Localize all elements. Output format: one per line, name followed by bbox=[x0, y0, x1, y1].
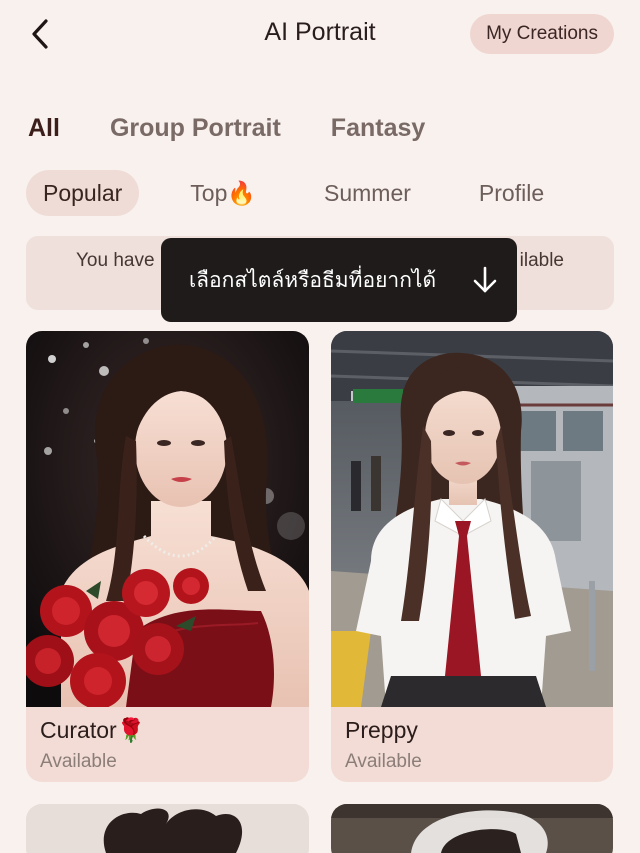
sub-tabs: Popular Top🔥 Summer Profile bbox=[26, 170, 626, 216]
tab-group-portrait[interactable]: Group Portrait bbox=[110, 114, 281, 143]
notice-text-right: ilable bbox=[519, 250, 564, 271]
my-creations-button[interactable]: My Creations bbox=[470, 14, 614, 54]
arrow-down-icon bbox=[471, 265, 499, 295]
template-card-curator[interactable]: Curator🌹 Available bbox=[26, 331, 309, 782]
card-image-partial-2 bbox=[331, 804, 613, 853]
card-image-curator bbox=[26, 331, 309, 707]
category-tabs: All Group Portrait Fantasy bbox=[28, 108, 475, 148]
chip-summer[interactable]: Summer bbox=[307, 170, 428, 216]
chip-top[interactable]: Top🔥 bbox=[173, 170, 273, 216]
template-card-partial-2[interactable] bbox=[331, 804, 613, 853]
tab-fantasy[interactable]: Fantasy bbox=[331, 114, 425, 143]
card-status-curator: Available bbox=[40, 751, 117, 772]
template-card-partial-1[interactable] bbox=[26, 804, 309, 853]
card-title-curator: Curator🌹 bbox=[40, 717, 146, 743]
chip-popular[interactable]: Popular bbox=[26, 170, 140, 216]
style-hint-tooltip[interactable]: เลือกสไตล์หรือธีมที่อยากได้ bbox=[161, 238, 517, 322]
template-card-preppy[interactable]: Preppy Available bbox=[331, 331, 613, 782]
card-title-preppy: Preppy bbox=[345, 717, 418, 743]
chip-profile[interactable]: Profile bbox=[462, 170, 561, 216]
tab-all[interactable]: All bbox=[28, 114, 60, 143]
card-status-preppy: Available bbox=[345, 751, 422, 772]
tooltip-text: เลือกสไตล์หรือธีมที่อยากได้ bbox=[189, 268, 437, 292]
card-image-preppy bbox=[331, 331, 613, 707]
card-image-partial-1 bbox=[26, 804, 309, 853]
notice-text-left: You have bbox=[76, 250, 155, 271]
header: AI Portrait My Creations bbox=[0, 0, 640, 70]
